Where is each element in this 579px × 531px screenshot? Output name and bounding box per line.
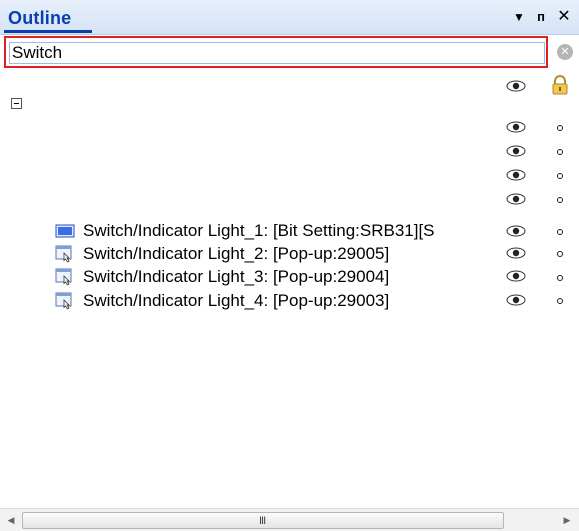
eye-icon[interactable] [506, 80, 526, 92]
eye-icon[interactable] [506, 145, 526, 157]
eye-icon[interactable] [506, 270, 526, 282]
eye-icon[interactable] [506, 121, 526, 133]
tree-item-label: Switch/Indicator Light_3: [Pop-up:29004] [83, 267, 390, 286]
panel-title: Outline [8, 8, 72, 28]
eye-icon[interactable] [506, 169, 526, 181]
tree-item-label: Switch/Indicator Light_4: [Pop-up:29003] [83, 291, 390, 310]
eye-icon[interactable] [506, 294, 526, 306]
eye-icon[interactable] [506, 247, 526, 259]
scroll-grip: III [259, 515, 266, 527]
bit-setting-icon [55, 224, 75, 238]
tree-item[interactable]: Switch/Indicator Light_1: [Bit Setting:S… [55, 220, 506, 242]
lock-dot-icon[interactable] [557, 229, 563, 235]
title-underline [4, 30, 92, 33]
clear-search-icon[interactable]: ✕ [557, 44, 573, 60]
eye-icon[interactable] [506, 225, 526, 237]
tree-item[interactable]: Switch/Indicator Light_4: [Pop-up:29003] [55, 290, 506, 312]
tree-item-label: Switch/Indicator Light_2: [Pop-up:29005] [83, 244, 390, 263]
search-box [4, 36, 548, 68]
lock-dot-icon[interactable] [557, 298, 563, 304]
lock-dot-icon[interactable] [557, 251, 563, 257]
scroll-right-icon[interactable]: ▶ [559, 511, 575, 529]
popup-icon [55, 268, 72, 286]
lock-dot-icon[interactable] [557, 173, 563, 179]
panel-titlebar: Outline ▼ ᴨ ✕ [0, 0, 579, 35]
search-input[interactable] [9, 42, 545, 64]
lock-dot-icon[interactable] [557, 149, 563, 155]
lock-icon[interactable] [551, 75, 569, 95]
pin-icon[interactable]: ᴨ [533, 9, 549, 25]
scroll-left-icon[interactable]: ◀ [3, 511, 19, 529]
scroll-thumb[interactable]: III [22, 512, 504, 529]
tree-item[interactable]: Switch/Indicator Light_2: [Pop-up:29005] [55, 243, 506, 265]
collapse-toggle[interactable] [11, 98, 22, 109]
lock-dot-icon[interactable] [557, 197, 563, 203]
lock-dot-icon[interactable] [557, 125, 563, 131]
popup-icon [55, 245, 72, 263]
tree-item-label: Switch/Indicator Light_1: [Bit Setting:S… [83, 221, 435, 240]
tree-item[interactable]: Switch/Indicator Light_3: [Pop-up:29004] [55, 266, 506, 288]
horizontal-scrollbar[interactable]: ◀ III ▶ [0, 508, 579, 531]
eye-icon[interactable] [506, 193, 526, 205]
close-icon[interactable]: ✕ [556, 9, 572, 25]
lock-dot-icon[interactable] [557, 275, 563, 281]
popup-icon [55, 292, 72, 310]
dropdown-icon[interactable]: ▼ [511, 9, 527, 25]
